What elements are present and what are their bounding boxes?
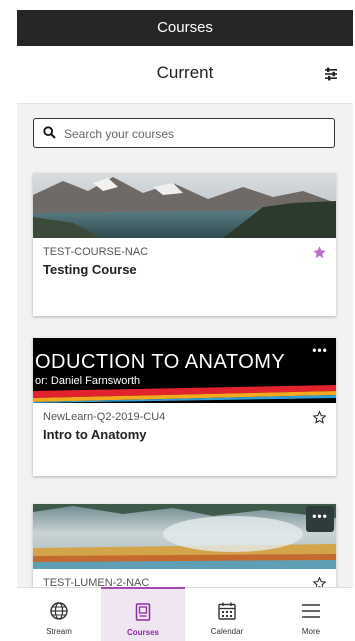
tab-label: Courses [126,628,159,637]
course-banner-image: ODUCTION TO ANATOMY or: Daniel Farnswort… [33,338,336,403]
page-title: Courses [157,19,213,36]
bottom-tab-bar: Stream Courses Calendar More [17,587,353,641]
tab-calendar[interactable]: Calendar [185,588,269,641]
more-options-button[interactable]: ••• [306,340,334,366]
globe-icon [50,602,68,620]
top-bar: Courses [17,10,353,46]
sub-header: Current [17,46,353,104]
courses-icon [135,603,151,621]
course-banner-image [33,504,336,569]
app-screen: Courses Current Search your courses TEST… [17,10,353,641]
filter-icon[interactable] [323,66,339,82]
search-box[interactable] [33,118,335,148]
favorite-star-outline-icon[interactable] [312,410,327,425]
tab-more[interactable]: More [269,588,353,641]
tab-label: Calendar [210,627,244,636]
banner-title: ODUCTION TO ANATOMY [35,351,286,373]
tab-courses[interactable]: Courses [101,587,185,641]
course-card[interactable]: ODUCTION TO ANATOMY or: Daniel Farnswort… [33,338,336,476]
banner-subtitle: or: Daniel Farnsworth [35,375,141,387]
course-id: TEST-COURSE-NAC [43,246,149,258]
course-card[interactable]: TEST-COURSE-NAC Testing Course [33,173,336,316]
calendar-icon [218,602,236,620]
favorite-star-icon[interactable] [312,245,327,260]
section-title: Current [156,63,214,82]
course-banner-image [33,173,336,238]
tab-stream[interactable]: Stream [17,588,101,641]
course-id: NewLearn-Q2-2019-CU4 [43,411,166,423]
hamburger-icon [302,604,320,618]
course-name: Intro to Anatomy [43,427,147,442]
more-options-button[interactable]: ••• [306,506,334,532]
course-name: Testing Course [43,262,137,277]
search-icon [43,126,56,139]
tab-label: Stream [46,627,72,636]
search-input[interactable] [62,123,326,145]
tab-label: More [301,627,321,636]
